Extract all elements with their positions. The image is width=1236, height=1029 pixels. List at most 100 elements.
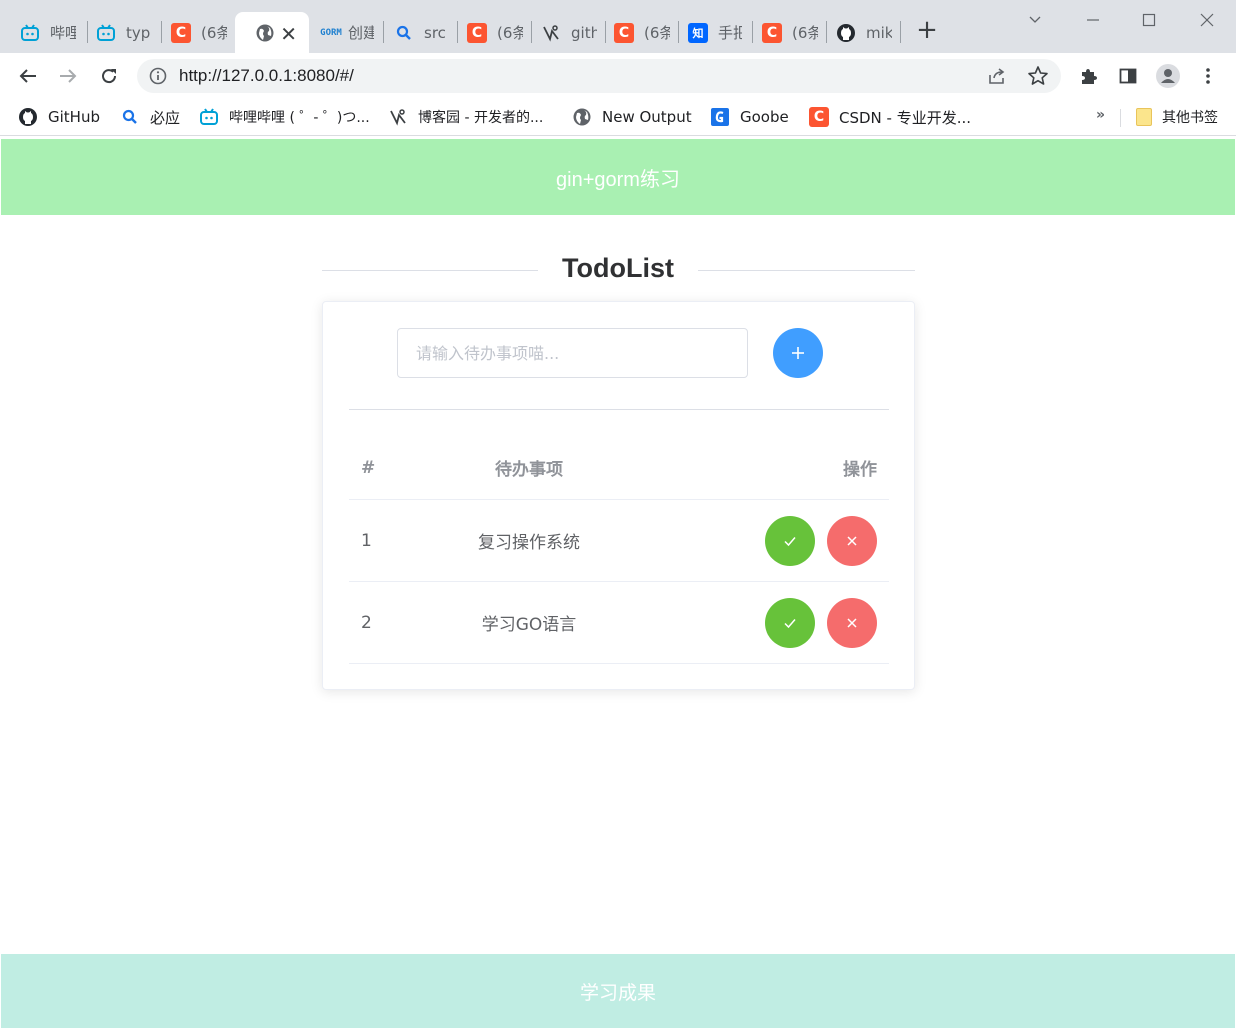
divider-line-left bbox=[322, 270, 538, 271]
table-row: 2 学习GO语言 bbox=[349, 582, 889, 664]
close-icon[interactable]: ✕ bbox=[280, 22, 297, 46]
bilibili-icon bbox=[199, 107, 219, 127]
site-footer: 学习成果 bbox=[1, 954, 1235, 1028]
extensions-button[interactable] bbox=[1074, 62, 1102, 90]
todo-input[interactable] bbox=[397, 328, 748, 378]
tab-csdn-2[interactable]: C (6条 bbox=[447, 12, 531, 53]
minimize-icon bbox=[1087, 19, 1099, 21]
delete-button[interactable] bbox=[827, 515, 877, 566]
browser-window: 哔哩 typ C (6条 ✕ GORM 创建 src C (6条 gith C … bbox=[0, 0, 1236, 1029]
row-task: 复习操作系统 bbox=[478, 533, 580, 553]
bookmarks-separator bbox=[1120, 109, 1121, 127]
avatar-icon bbox=[1156, 64, 1180, 88]
tab-bing-search[interactable]: src bbox=[374, 12, 456, 53]
tab-gorm[interactable]: GORM 创建 bbox=[298, 12, 384, 53]
close-window-button[interactable] bbox=[1184, 8, 1230, 32]
tab-bilibili-2[interactable]: typ bbox=[76, 12, 162, 53]
row-actions bbox=[753, 582, 877, 663]
search-icon bbox=[394, 23, 414, 43]
bookmarks-overflow-button[interactable]: » bbox=[1096, 107, 1105, 123]
bookmark-new-output[interactable]: New Output bbox=[572, 106, 692, 128]
table-header: # 待办事项 操作 bbox=[349, 436, 889, 500]
menu-button[interactable] bbox=[1194, 62, 1222, 90]
header-title: gin+gorm练习 bbox=[556, 168, 680, 191]
tab-title: 手把 bbox=[718, 24, 742, 42]
close-icon bbox=[847, 617, 857, 628]
bookmark-label: 哔哩哔哩 ( ゜- ゜)つ... bbox=[229, 110, 370, 126]
bookmark-label: 博客园 - 开发者的... bbox=[418, 110, 544, 126]
csdn-icon: C bbox=[467, 22, 487, 43]
tab-title: (6条 bbox=[497, 24, 523, 42]
row-task: 学习GO语言 bbox=[481, 615, 577, 635]
reload-button[interactable] bbox=[95, 62, 123, 90]
url-text[interactable]: http://127.0.0.1:8080/#/ bbox=[179, 66, 354, 86]
bookmark-cnblogs[interactable]: 博客园 - 开发者的... bbox=[388, 106, 543, 128]
minimize-button[interactable] bbox=[1070, 8, 1116, 32]
csdn-icon: C bbox=[762, 22, 782, 43]
row-actions bbox=[753, 500, 877, 581]
forward-button[interactable] bbox=[54, 62, 82, 90]
tab-title: (6条 bbox=[201, 24, 227, 42]
info-icon bbox=[149, 67, 167, 85]
tab-title: 哔哩 bbox=[50, 24, 76, 42]
close-icon bbox=[847, 535, 857, 546]
github-icon bbox=[18, 107, 38, 127]
page-content: gin+gorm练习 TodoList # 待办事项 操作 1 复习操作系统 bbox=[1, 139, 1235, 1028]
tab-cnblogs[interactable]: gith bbox=[521, 12, 605, 53]
tab-github[interactable]: mik bbox=[816, 12, 900, 53]
tab-search-button[interactable] bbox=[1012, 8, 1058, 32]
bookmarks-bar: GitHub 必应 哔哩哔哩 ( ゜- ゜)つ... 博客园 - 开发者的...… bbox=[0, 99, 1236, 136]
side-panel-button[interactable] bbox=[1114, 62, 1142, 90]
profile-button[interactable] bbox=[1154, 62, 1182, 90]
row-index: 1 bbox=[361, 530, 372, 551]
bookmark-csdn[interactable]: C CSDN - 专业开发... bbox=[809, 106, 971, 128]
todo-table: # 待办事项 操作 1 复习操作系统 2 学习GO语言 bbox=[349, 436, 889, 664]
tab-title: (6条 bbox=[644, 24, 670, 42]
bookmark-bing[interactable]: 必应 bbox=[120, 106, 180, 128]
tab-title: 创建 bbox=[348, 24, 374, 42]
site-header: gin+gorm练习 bbox=[1, 139, 1235, 215]
tab-separator bbox=[900, 21, 901, 43]
arrow-right-icon bbox=[60, 69, 77, 83]
chevron-down-icon bbox=[1029, 16, 1041, 23]
tab-zhihu[interactable]: 知 手把 bbox=[668, 12, 752, 53]
add-todo-button[interactable] bbox=[773, 328, 823, 378]
browser-toolbar: http://127.0.0.1:8080/#/ bbox=[0, 53, 1236, 99]
tab-bilibili-1[interactable]: 哔哩 bbox=[0, 12, 86, 53]
back-button[interactable] bbox=[14, 62, 42, 90]
plus-icon bbox=[792, 347, 804, 359]
footer-text: 学习成果 bbox=[579, 981, 656, 1004]
cnblogs-icon bbox=[388, 107, 408, 127]
cnblogs-icon bbox=[541, 23, 561, 43]
globe-icon bbox=[255, 23, 275, 43]
puzzle-icon bbox=[1082, 69, 1097, 84]
more-vert-icon bbox=[1206, 68, 1210, 84]
search-icon bbox=[120, 107, 140, 127]
tab-csdn-4[interactable]: C (6条 bbox=[742, 12, 826, 53]
github-icon bbox=[836, 23, 856, 43]
side-panel-icon bbox=[1119, 68, 1137, 84]
complete-button[interactable] bbox=[765, 515, 815, 566]
address-bar[interactable]: http://127.0.0.1:8080/#/ bbox=[137, 59, 1061, 93]
tab-title: (6条 bbox=[792, 24, 818, 42]
gorm-icon: GORM bbox=[320, 27, 342, 38]
delete-button[interactable] bbox=[827, 597, 877, 648]
other-bookmarks-folder[interactable]: 其他书签 bbox=[1136, 106, 1218, 128]
new-tab-button[interactable]: + bbox=[914, 17, 940, 44]
tab-title: mik bbox=[866, 23, 892, 42]
bookmark-label: 必应 bbox=[150, 108, 181, 127]
reload-icon bbox=[102, 69, 117, 84]
tab-csdn-3[interactable]: C (6条 bbox=[594, 12, 678, 53]
tab-csdn-1[interactable]: C (6条 bbox=[151, 12, 237, 53]
complete-button[interactable] bbox=[765, 597, 815, 648]
goobe-icon bbox=[710, 107, 730, 127]
bookmark-bilibili[interactable]: 哔哩哔哩 ( ゜- ゜)つ... bbox=[199, 106, 370, 128]
table-row: 1 复习操作系统 bbox=[349, 500, 889, 582]
csdn-icon: C bbox=[171, 22, 191, 43]
check-icon bbox=[784, 536, 796, 546]
bookmark-goobe[interactable]: Goobe bbox=[710, 106, 789, 128]
bookmark-label: 其他书签 bbox=[1162, 110, 1218, 126]
bookmark-github[interactable]: GitHub bbox=[18, 106, 100, 128]
maximize-button[interactable] bbox=[1126, 8, 1172, 32]
tab-strip: 哔哩 typ C (6条 ✕ GORM 创建 src C (6条 gith C … bbox=[0, 0, 1236, 53]
